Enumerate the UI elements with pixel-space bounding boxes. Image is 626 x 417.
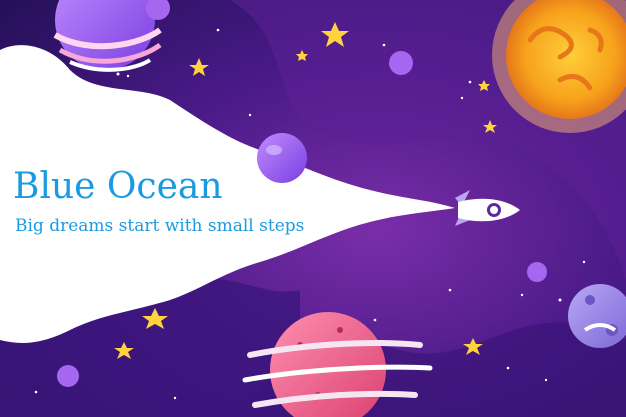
small-planet	[527, 262, 547, 282]
small-planet	[389, 51, 413, 75]
purple-planet	[257, 133, 307, 183]
space-banner: Blue Ocean Big dreams start with small s…	[0, 0, 626, 417]
page-title: Blue Ocean	[13, 166, 223, 207]
small-planet	[57, 365, 79, 387]
space-illustration	[0, 0, 626, 417]
page-subtitle: Big dreams start with small steps	[15, 216, 305, 236]
